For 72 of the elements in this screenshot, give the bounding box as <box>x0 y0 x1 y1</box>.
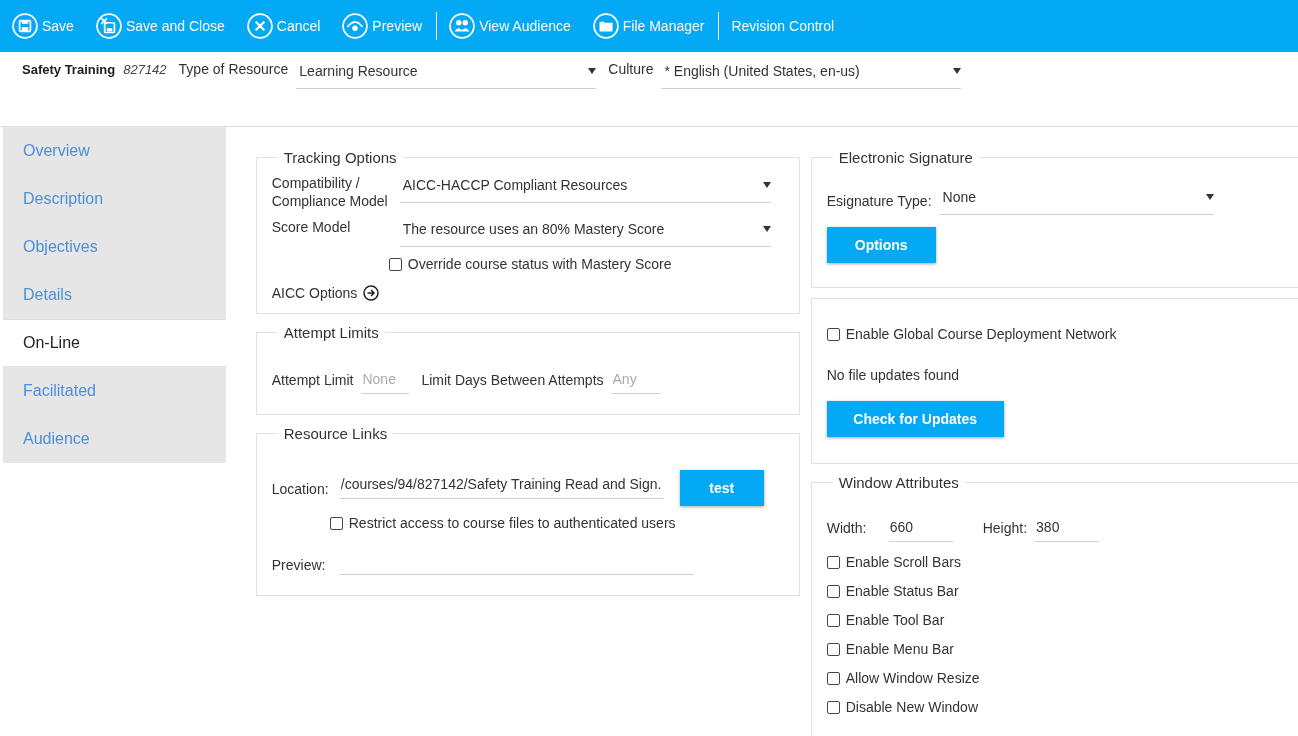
resource-type-dropdown[interactable]: Learning Resource <box>296 60 597 89</box>
sidebar-item[interactable]: Objectives <box>3 223 226 271</box>
caret-icon <box>953 68 962 74</box>
options-button[interactable]: Options <box>826 227 936 263</box>
checkbox[interactable] <box>826 555 840 569</box>
checkbox[interactable] <box>826 671 840 685</box>
checkbox-label: Override course status with Mastery Score <box>407 255 672 273</box>
field-label: Limit Days Between Attempts <box>421 370 604 389</box>
floppy-disk-icon <box>12 13 38 39</box>
sidebar-item[interactable]: Overview <box>3 127 226 175</box>
eye-icon <box>342 13 369 39</box>
aicc-options-link[interactable]: AICC Options <box>271 285 358 301</box>
culture-dropdown[interactable]: * English (United States, en-us) <box>661 60 962 89</box>
toolbar-button[interactable]: Cancel <box>246 13 331 39</box>
checkbox[interactable] <box>329 516 343 530</box>
resource-title: Safety Training <box>22 62 116 77</box>
section-title: Attempt Limits <box>282 324 380 341</box>
field-label: Attempt Limit <box>271 370 354 389</box>
toolbar-button[interactable]: Preview <box>342 13 433 39</box>
section-title: Electronic Signature <box>837 149 974 166</box>
toolbar-button[interactable]: Save and Close <box>95 13 235 39</box>
checkbox[interactable] <box>826 700 840 714</box>
score-model-dropdown[interactable]: The resource uses an 80% Mastery Score <box>399 218 771 247</box>
field-label: Type of Resource <box>178 61 289 77</box>
toolbar-button[interactable]: Revision Control <box>731 18 845 34</box>
folder-icon <box>592 13 619 39</box>
field-label: Height: <box>982 519 1028 537</box>
checkbox[interactable] <box>388 257 402 271</box>
floppy-disk-cross-icon <box>95 13 122 39</box>
people-icon <box>449 13 476 39</box>
checkbox-label: Enable Scroll Bars <box>845 553 961 571</box>
caret-icon <box>588 68 597 74</box>
checkbox-label: Restrict access to course files to authenticated users <box>348 514 676 532</box>
field-label: Location: <box>271 480 330 498</box>
field-label: Preview: <box>271 556 327 574</box>
checkbox-label: Allow Window Resize <box>845 669 980 687</box>
field-label: Score Model <box>271 218 352 236</box>
checkbox[interactable] <box>826 584 840 598</box>
caret-icon <box>762 182 771 188</box>
resource-id: 827142 <box>123 62 167 77</box>
section-title: Resource Links <box>282 425 389 442</box>
field-label: Esignature Type: <box>826 191 932 210</box>
field-label: Compatibility / Compliance Model <box>271 174 389 210</box>
caret-icon <box>762 226 771 232</box>
checkbox[interactable] <box>826 642 840 656</box>
section-title: Window Attributes <box>837 474 960 491</box>
sidebar-item[interactable]: On-Line <box>3 319 226 367</box>
toolbar-button[interactable]: File Manager <box>592 13 715 39</box>
checkbox-label: Enable Tool Bar <box>845 611 945 629</box>
checkbox-label: Enable Menu Bar <box>845 640 954 658</box>
checkbox[interactable] <box>826 613 840 627</box>
sidebar-item[interactable]: Audience <box>3 415 226 463</box>
update-status-text: No file updates found <box>826 367 960 383</box>
sidebar-item[interactable]: Description <box>3 175 226 223</box>
checkbox-label: Disable New Window <box>845 698 978 716</box>
field-label: Width: <box>826 519 868 537</box>
sidebar-item[interactable]: Details <box>3 271 226 319</box>
checkbox-label: Enable Global Course Deployment Network <box>845 325 1117 343</box>
checkbox-label: Enable Status Bar <box>845 582 959 600</box>
toolbar-button[interactable]: Save <box>12 13 84 39</box>
compatibility-dropdown[interactable]: AICC-HACCP Compliant Resources <box>399 174 771 203</box>
checkbox[interactable] <box>826 327 840 341</box>
section-title: Tracking Options <box>282 149 398 166</box>
arrow-right-circle-icon[interactable] <box>363 285 380 301</box>
test-button[interactable]: test <box>679 470 764 506</box>
toolbar-button[interactable]: View Audience <box>449 13 581 39</box>
caret-icon <box>1205 194 1214 200</box>
esignature-type-dropdown[interactable]: None <box>939 186 1214 215</box>
close-icon <box>246 13 273 39</box>
field-label: Culture <box>608 61 654 77</box>
check-updates-button[interactable]: Check for Updates <box>826 401 1004 437</box>
sidebar-item[interactable]: Facilitated <box>3 367 226 415</box>
